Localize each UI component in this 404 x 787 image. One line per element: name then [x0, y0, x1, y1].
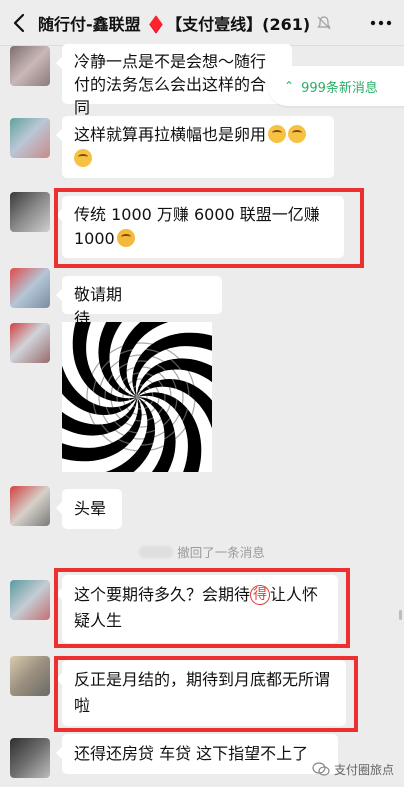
spiral-illusion-graphic — [62, 322, 212, 472]
highlight-box — [54, 656, 358, 732]
avatar[interactable] — [10, 580, 50, 620]
blurred-username — [139, 546, 174, 558]
message-bubble[interactable]: 头晕 — [56, 489, 122, 529]
message-bubble[interactable]: 冷静一点是不是会想～随行付的法务怎么会出这样的合同 — [56, 44, 292, 117]
chat-title: 随行付-鑫联盟 ♦️【支付壹线】(261) — [38, 14, 311, 34]
avatar[interactable] — [10, 486, 50, 526]
mute-bell-icon — [317, 15, 331, 29]
new-messages-label: 999条新消息 — [301, 80, 378, 96]
message-text: 这样就算再拉横幅也是卵用 — [74, 125, 267, 144]
back-button[interactable] — [0, 0, 38, 46]
avatar[interactable] — [10, 656, 50, 696]
watermark: 支付圈旅点 — [312, 760, 394, 778]
message-bubble[interactable]: 还得还房贷 车贷 这下指望不上了 — [56, 734, 338, 774]
avatar[interactable] — [10, 268, 50, 308]
highlight-box — [54, 568, 350, 648]
scrollbar[interactable] — [399, 610, 402, 620]
more-options-icon[interactable] — [370, 15, 392, 31]
avatar[interactable] — [10, 118, 50, 158]
recall-notice-text: 撤回了一条消息 — [177, 545, 265, 560]
avatar[interactable] — [10, 323, 50, 363]
avatar[interactable] — [10, 46, 50, 86]
spiral-illusion-image[interactable] — [62, 322, 212, 472]
watermark-text: 支付圈旅点 — [333, 762, 394, 777]
message-bubble[interactable]: 敬请期待……………… — [56, 276, 222, 328]
avatar[interactable] — [10, 192, 50, 232]
chevron-left-icon — [13, 13, 25, 32]
thinking-emoji-icon — [268, 125, 287, 143]
avatar[interactable] — [10, 738, 50, 778]
highlight-box — [54, 188, 364, 268]
new-messages-button[interactable]: ⌃ 999条新消息 — [268, 66, 404, 106]
message-bubble[interactable]: 这样就算再拉横幅也是卵用 — [56, 116, 334, 178]
recall-notice: 撤回了一条消息 — [0, 542, 404, 562]
double-chevron-up-icon: ⌃ — [284, 79, 295, 93]
chat-header: 随行付-鑫联盟 ♦️【支付壹线】(261) — [0, 0, 404, 46]
wechat-logo-icon — [312, 762, 330, 776]
thinking-emoji-icon — [288, 125, 307, 143]
thinking-emoji-icon — [74, 149, 92, 167]
